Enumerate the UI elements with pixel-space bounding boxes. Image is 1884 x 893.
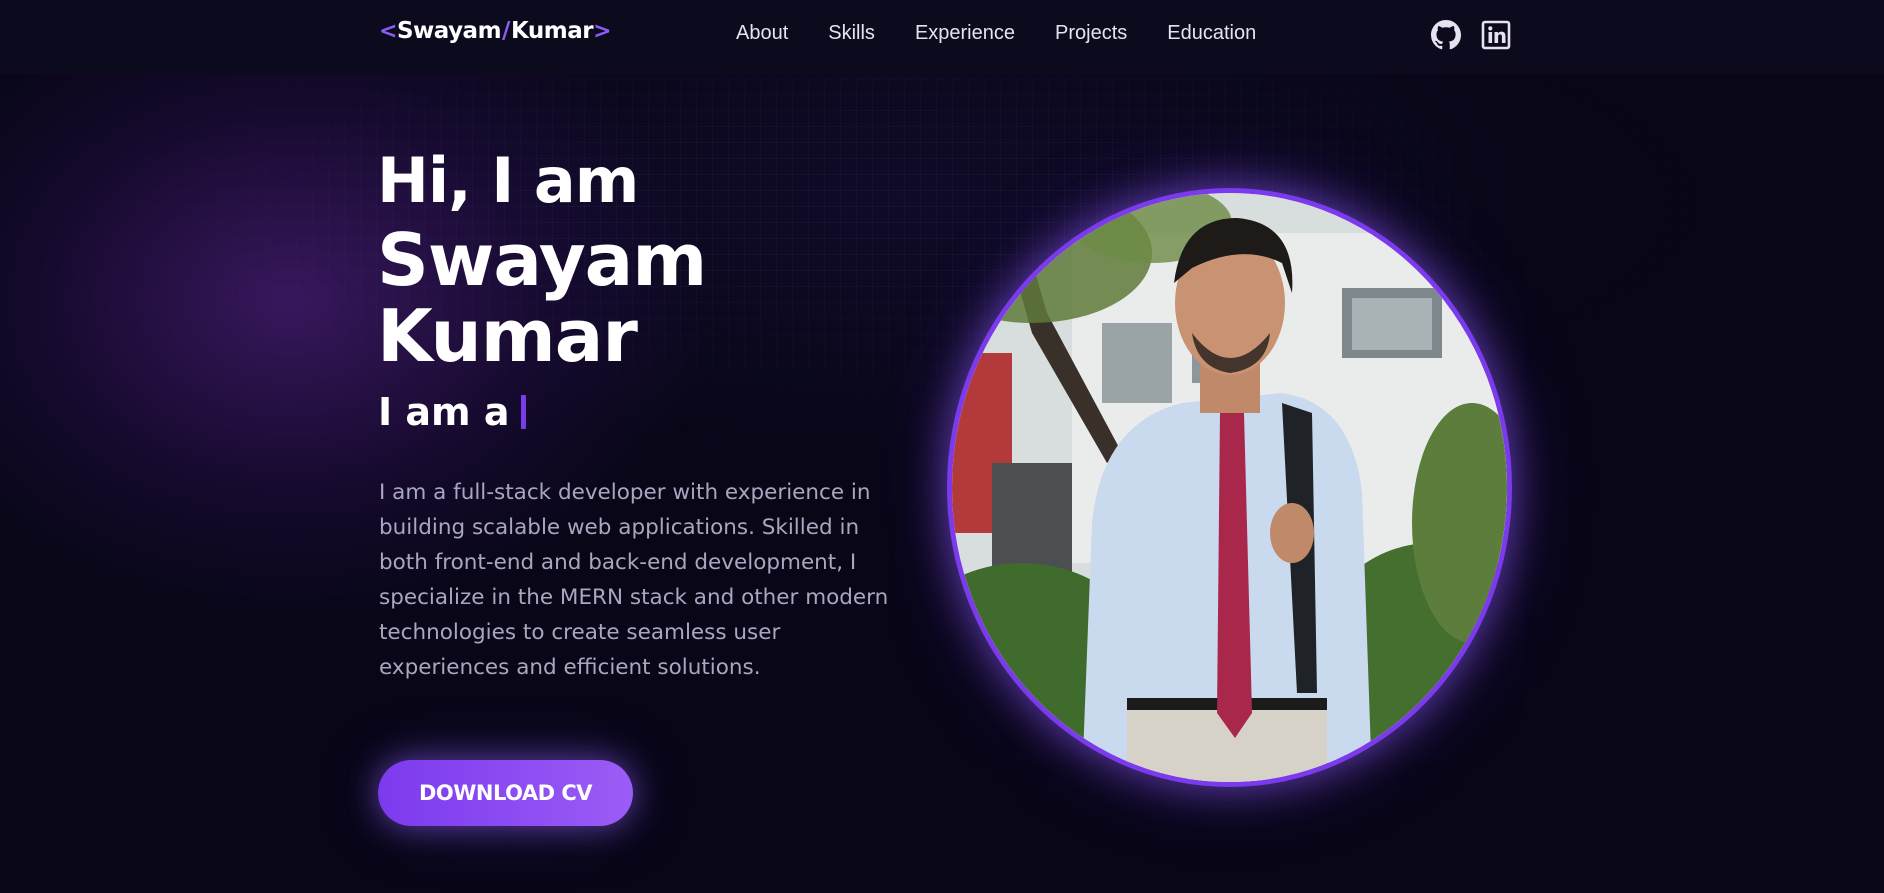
github-icon[interactable] <box>1431 20 1461 50</box>
logo-close-bracket: > <box>593 18 612 44</box>
site-logo[interactable]: < Swayam / Kumar > <box>379 18 612 44</box>
nav-link-education[interactable]: Education <box>1167 22 1256 45</box>
download-cv-button[interactable]: DOWNLOAD CV <box>378 760 633 826</box>
social-links <box>1431 20 1511 50</box>
nav-links: About Skills Experience Projects Educati… <box>736 22 1296 45</box>
nav-link-about[interactable]: About <box>736 22 788 45</box>
hero-typing-line: I am a <box>378 386 527 438</box>
profile-photo <box>947 188 1512 787</box>
logo-first-name: Swayam <box>396 18 502 44</box>
nav-link-experience[interactable]: Experience <box>915 22 1015 45</box>
linkedin-icon[interactable] <box>1481 20 1511 50</box>
background-glow <box>0 0 1884 893</box>
hero-description: I am a full-stack developer with experie… <box>379 480 889 680</box>
background-grid <box>40 78 1840 498</box>
logo-last-name: Kumar <box>510 18 594 44</box>
hero-name: Swayam Kumar <box>377 218 707 378</box>
navbar: < Swayam / Kumar > About Skills Experien… <box>0 0 1884 74</box>
logo-slash: / <box>502 18 510 44</box>
logo-open-bracket: < <box>379 18 397 44</box>
nav-link-projects[interactable]: Projects <box>1055 22 1127 45</box>
typing-cursor <box>521 395 527 429</box>
hero-greeting: Hi, I am <box>377 144 639 217</box>
typing-prefix: I am a <box>378 390 510 434</box>
nav-link-skills[interactable]: Skills <box>828 22 875 45</box>
